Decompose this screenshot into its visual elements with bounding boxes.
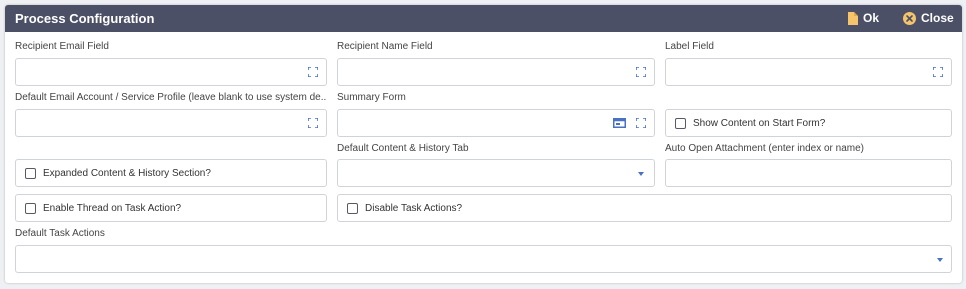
chevron-down-icon[interactable] <box>937 258 943 262</box>
expanded-content-checkbox[interactable]: Expanded Content & History Section? <box>15 159 327 187</box>
enable-thread-checkbox[interactable]: Enable Thread on Task Action? <box>15 194 327 222</box>
expand-icon[interactable] <box>308 118 318 128</box>
recipient-name-label: Recipient Name Field <box>337 41 433 52</box>
auto-open-attachment-field[interactable] <box>665 159 952 187</box>
close-circle-icon <box>903 11 916 25</box>
default-content-tab-label: Default Content & History Tab <box>337 143 469 154</box>
checkbox-box[interactable] <box>25 167 36 179</box>
default-email-account-label: Default Email Account / Service Profile … <box>15 92 327 103</box>
expand-icon[interactable] <box>933 67 943 77</box>
expanded-content-label: Expanded Content & History Section? <box>43 167 211 179</box>
show-content-checkbox[interactable]: Show Content on Start Form? <box>665 109 952 137</box>
checkbox-box[interactable] <box>675 117 686 129</box>
label-field-label: Label Field <box>665 41 714 52</box>
checkbox-box[interactable] <box>347 202 358 214</box>
summary-form-field[interactable] <box>337 109 655 137</box>
recipient-name-field[interactable] <box>337 58 655 86</box>
expand-icon[interactable] <box>636 67 646 77</box>
dialog-titlebar: Process Configuration Ok Close <box>5 5 962 32</box>
chevron-down-icon[interactable] <box>638 172 644 176</box>
label-field-input[interactable] <box>665 58 952 86</box>
default-task-actions-label: Default Task Actions <box>15 228 105 239</box>
auto-open-attachment-label: Auto Open Attachment (enter index or nam… <box>665 143 864 154</box>
default-content-tab-select[interactable] <box>337 159 655 187</box>
disable-task-actions-label: Disable Task Actions? <box>365 202 463 214</box>
process-configuration-dialog: Process Configuration Ok Close Recipient… <box>5 5 962 283</box>
default-email-account-field[interactable] <box>15 109 327 137</box>
form-icon[interactable] <box>613 118 626 128</box>
enable-thread-label: Enable Thread on Task Action? <box>43 202 182 214</box>
close-button[interactable]: Close <box>903 11 954 25</box>
ok-button-label: Ok <box>863 11 880 25</box>
expand-icon[interactable] <box>636 118 646 128</box>
document-icon <box>848 11 858 25</box>
checkbox-box[interactable] <box>25 202 36 214</box>
default-task-actions-select[interactable] <box>15 245 952 273</box>
recipient-email-label: Recipient Email Field <box>15 41 109 52</box>
close-button-label: Close <box>921 11 954 25</box>
summary-form-label: Summary Form <box>337 92 406 103</box>
expand-icon[interactable] <box>308 67 318 77</box>
recipient-email-field[interactable] <box>15 58 327 86</box>
disable-task-actions-checkbox[interactable]: Disable Task Actions? <box>337 194 952 222</box>
ok-button[interactable]: Ok <box>847 11 879 25</box>
show-content-label: Show Content on Start Form? <box>693 117 826 129</box>
dialog-title: Process Configuration <box>15 11 155 26</box>
